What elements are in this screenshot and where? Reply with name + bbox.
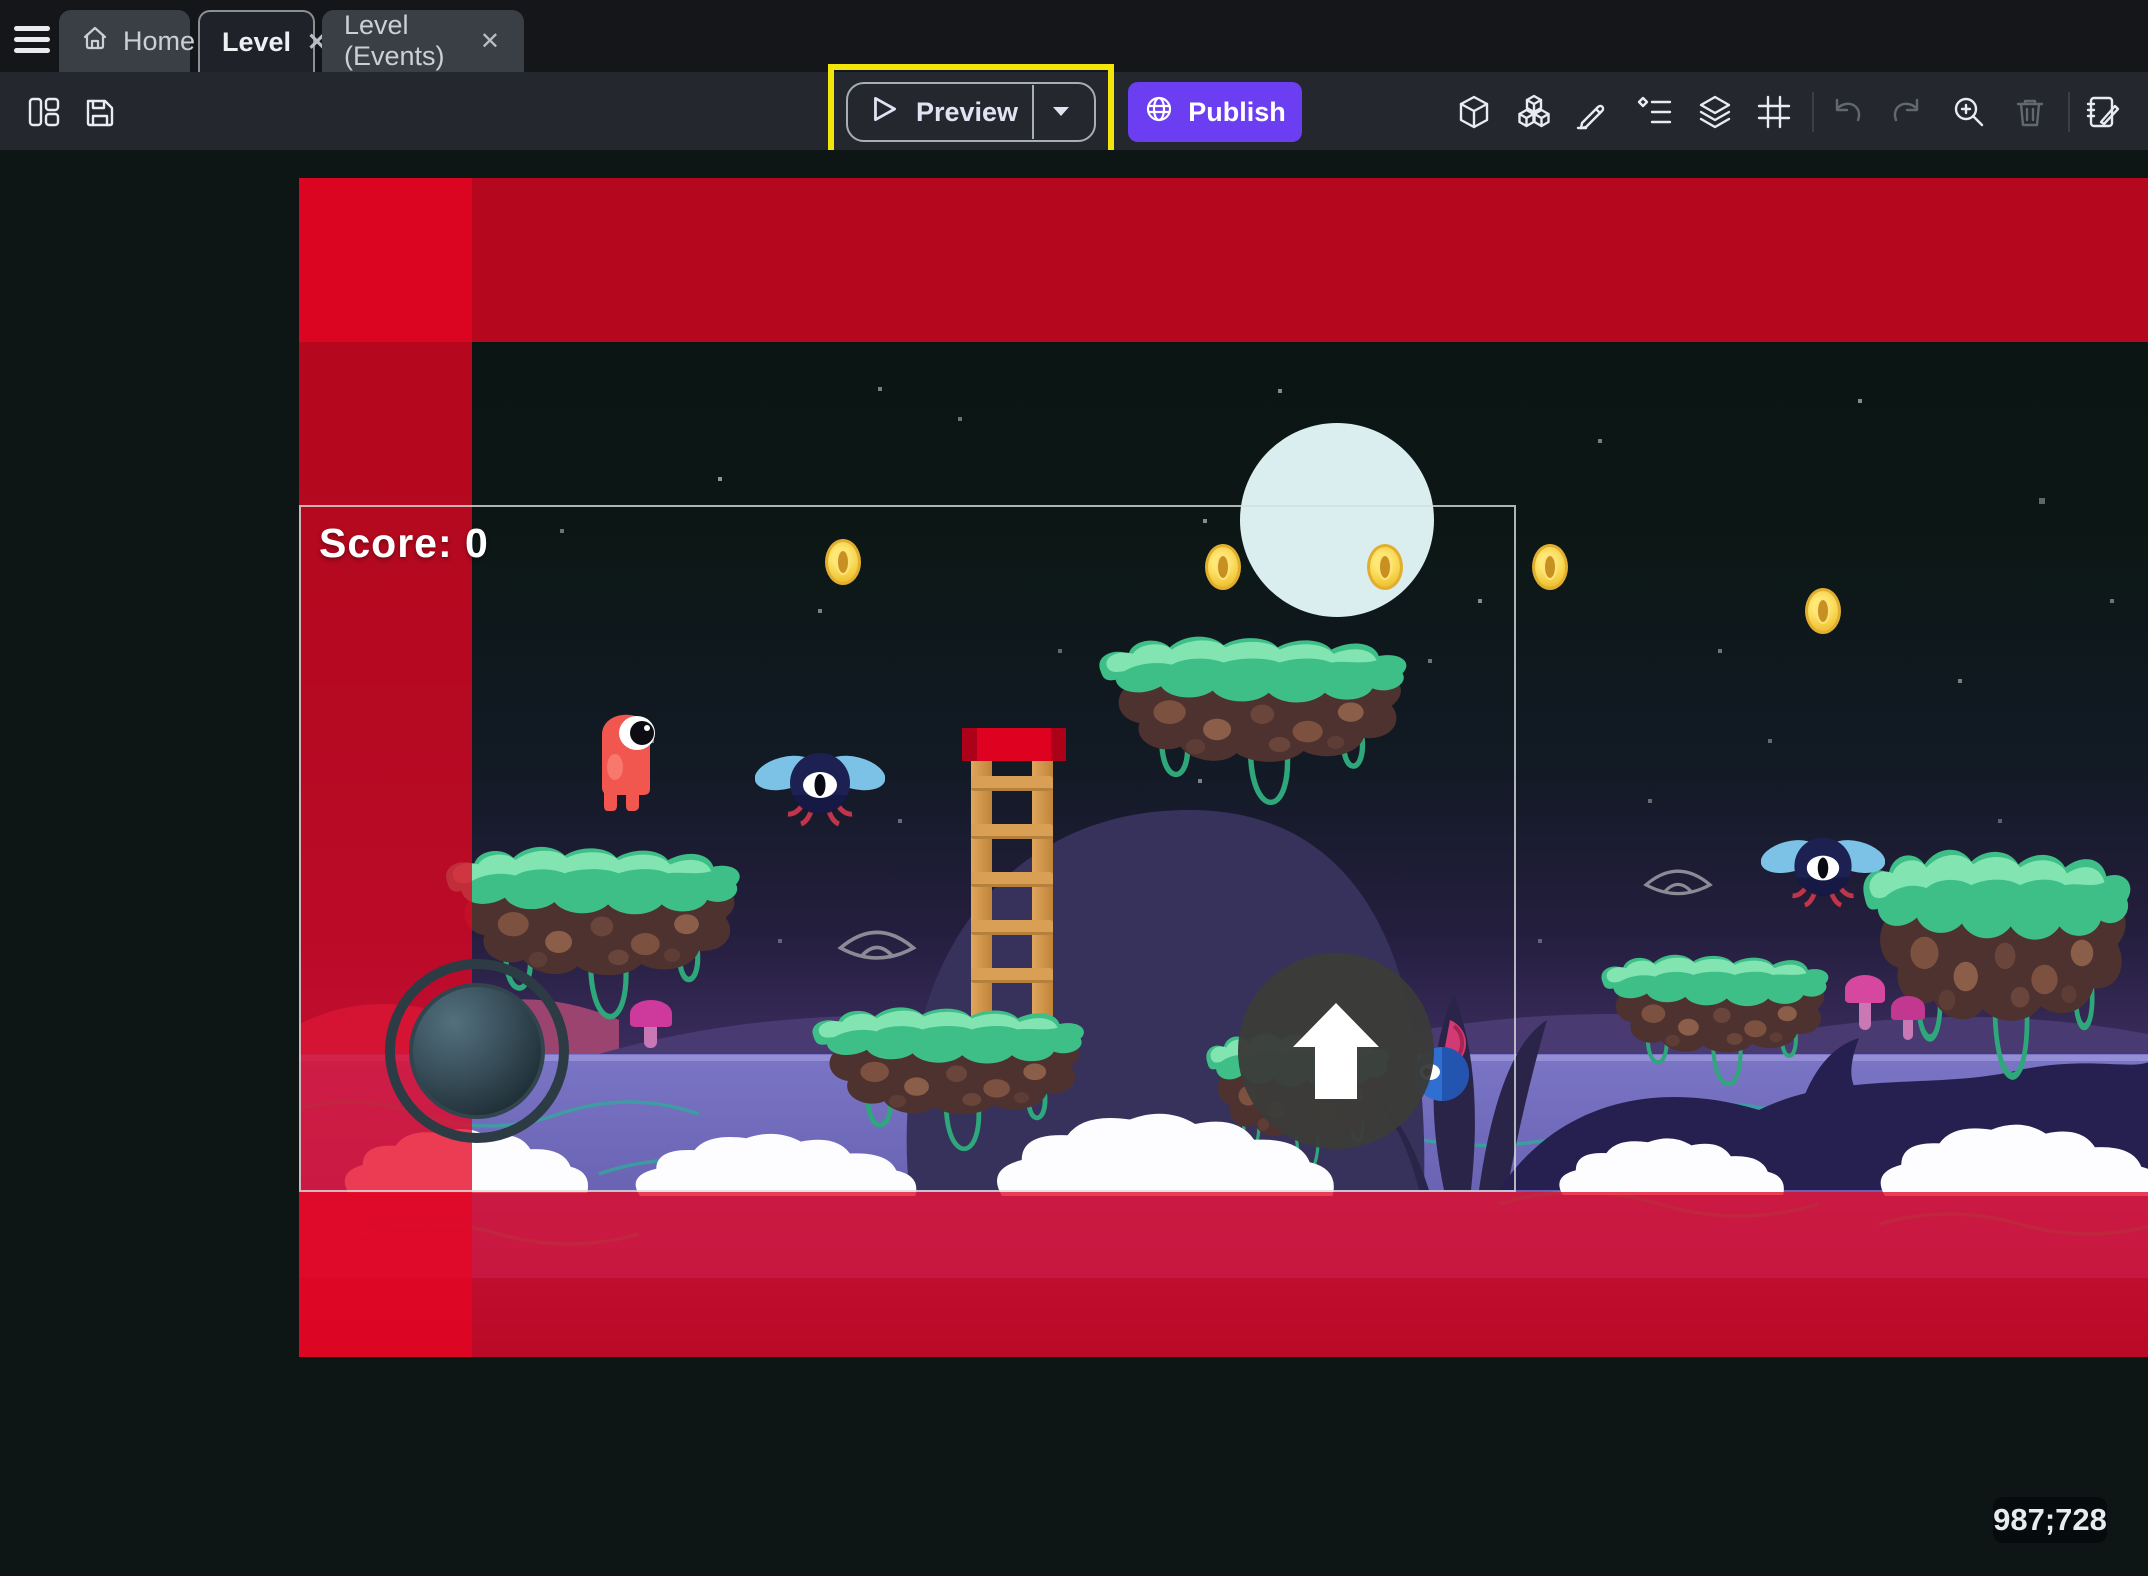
cloud-decoration — [1874, 1118, 2148, 1196]
edit-note-icon[interactable] — [2081, 90, 2125, 134]
cursor-coordinates-badge: 987;728 — [1993, 1497, 2107, 1543]
globe-icon — [1144, 94, 1174, 131]
trash-icon[interactable] — [2008, 90, 2052, 134]
pencil-icon[interactable] — [1571, 90, 1615, 134]
publish-button[interactable]: Publish — [1128, 82, 1302, 142]
redo-icon[interactable] — [1885, 90, 1929, 134]
toolbar-divider — [2068, 92, 2070, 132]
panels-icon[interactable] — [22, 90, 66, 134]
arrow-up-icon — [1293, 1003, 1379, 1099]
tab-label: Home — [123, 26, 195, 57]
fly-enemy-sprite[interactable] — [1761, 828, 1885, 909]
coin-sprite[interactable] — [1805, 588, 1841, 634]
save-icon[interactable] — [78, 90, 122, 134]
undo-icon[interactable] — [1825, 90, 1869, 134]
scene-editor-canvas[interactable]: Score: 0 — [0, 150, 2148, 1576]
cube-icon[interactable] — [1452, 90, 1496, 134]
platform-sprite[interactable] — [1596, 948, 1851, 1108]
red-zone-bottom[interactable] — [299, 1192, 2148, 1357]
objects-icon[interactable] — [1512, 90, 1556, 134]
instances-list-icon[interactable] — [1633, 90, 1677, 134]
preview-button[interactable]: Preview — [846, 82, 1096, 142]
preview-label: Preview — [916, 97, 1018, 128]
home-icon — [81, 24, 109, 59]
tab-level[interactable]: Level ✕ — [198, 10, 315, 72]
tab-label: Level — [222, 27, 291, 58]
level-viewport: Score: 0 — [299, 178, 2148, 1357]
close-icon[interactable]: ✕ — [478, 27, 502, 56]
play-icon — [868, 94, 900, 131]
joystick-knob[interactable] — [409, 983, 545, 1119]
tab-home[interactable]: Home — [59, 10, 190, 72]
eye-decoration[interactable] — [1642, 861, 1714, 907]
coin-sprite[interactable] — [1532, 544, 1568, 590]
score-text[interactable]: Score: 0 — [319, 520, 489, 567]
menu-hamburger-icon[interactable] — [14, 26, 50, 54]
zoom-in-icon[interactable] — [1947, 90, 1991, 134]
publish-label: Publish — [1188, 97, 1286, 128]
tab-level-events[interactable]: Level (Events) ✕ — [322, 10, 524, 72]
caret-down-icon — [1051, 105, 1071, 120]
cloud-decoration — [1554, 1133, 1794, 1195]
red-zone-top[interactable] — [299, 178, 2148, 342]
platform-sprite[interactable] — [1857, 838, 2148, 1118]
jump-button[interactable] — [1238, 953, 1434, 1149]
toolbar-divider — [1812, 92, 1814, 132]
layers-icon[interactable] — [1693, 90, 1737, 134]
tab-label: Level (Events) — [344, 10, 464, 72]
tab-bar: Home Level ✕ Level (Events) ✕ — [0, 0, 2148, 72]
grid-icon[interactable] — [1752, 90, 1796, 134]
game-editor-window: Home Level ✕ Level (Events) ✕ Preview — [0, 0, 2148, 1576]
preview-dropdown[interactable] — [1032, 85, 1088, 139]
